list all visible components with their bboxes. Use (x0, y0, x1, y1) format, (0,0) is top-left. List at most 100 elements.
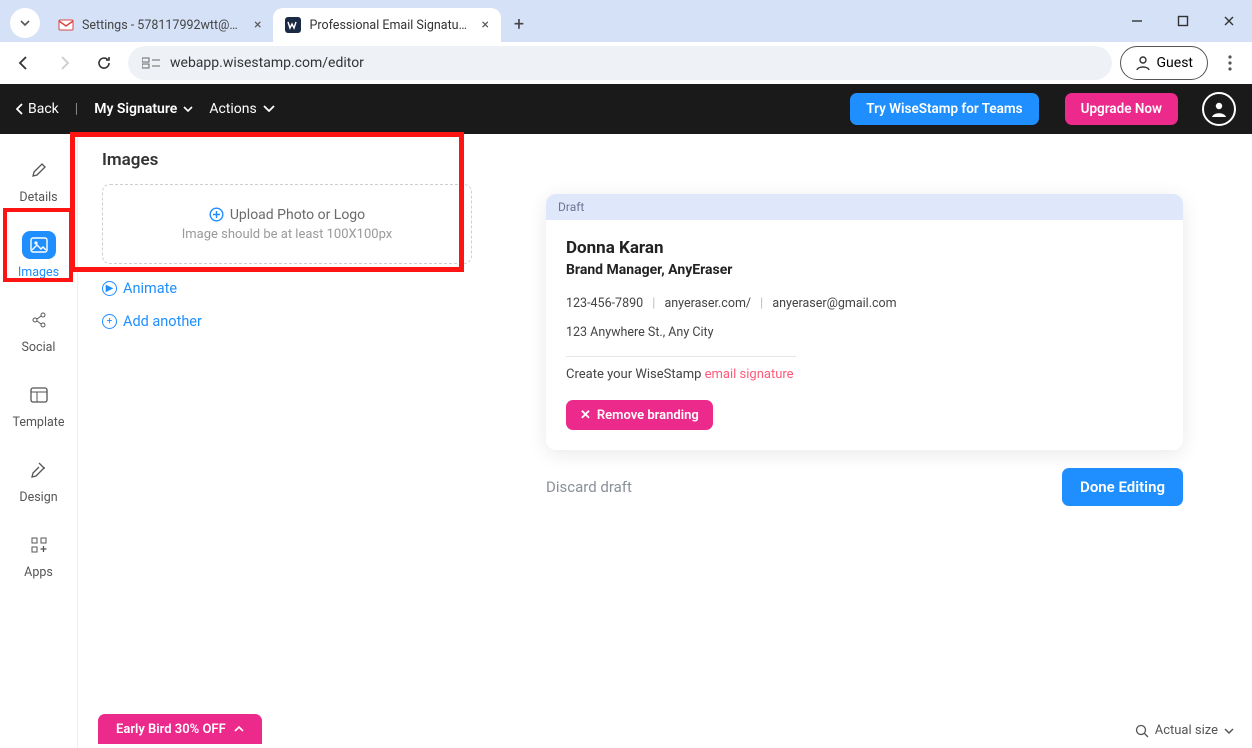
rail-social[interactable]: Social (4, 298, 74, 363)
tabs-dropdown-button[interactable] (10, 8, 40, 38)
account-avatar[interactable] (1202, 92, 1236, 126)
branding-prefix: Create your WiseStamp (566, 367, 705, 382)
nav-back-button[interactable] (8, 47, 40, 79)
animate-label: Animate (123, 280, 177, 297)
signature-name: Donna Karan (566, 238, 1163, 258)
pencil-icon (22, 156, 56, 184)
images-panel: Images Upload Photo or Logo Image should… (78, 134, 496, 748)
rail-design[interactable]: Design (4, 448, 74, 513)
branding-line: Create your WiseStamp email signature (566, 367, 1163, 382)
rail-label: Details (19, 190, 57, 205)
rail-label: Social (22, 340, 56, 355)
remove-branding-label: Remove branding (597, 408, 699, 423)
close-icon[interactable]: × (481, 17, 488, 33)
separator: | (75, 101, 78, 117)
app-back-button[interactable]: Back (16, 101, 59, 117)
signature-address: 123 Anywhere St., Any City (566, 325, 1163, 340)
browser-tab-wisestamp[interactable]: Professional Email Signatures × (273, 8, 500, 42)
browser-tab-gmail[interactable]: Settings - 578117992wtt@gm × (46, 8, 273, 42)
zoom-label: Actual size (1155, 723, 1218, 738)
animate-link[interactable]: ▶ Animate (102, 280, 472, 297)
email-signature-link[interactable]: email signature (705, 367, 794, 382)
add-another-label: Add another (123, 313, 202, 330)
signature-name: My Signature (94, 101, 177, 117)
discard-draft-link[interactable]: Discard draft (546, 478, 632, 496)
gmail-favicon-icon (58, 17, 74, 33)
new-tab-button[interactable]: + (505, 10, 533, 38)
share-icon (22, 306, 56, 334)
close-window-button[interactable] (1206, 0, 1252, 42)
chevron-down-icon (1224, 727, 1234, 735)
zoom-control[interactable]: Actual size (1135, 723, 1234, 738)
signature-card: Draft Donna Karan Brand Manager, AnyEras… (546, 194, 1183, 450)
rail-apps[interactable]: Apps (4, 523, 74, 588)
signature-contact-line: 123-456-7890 | anyeraser.com/ | anyerase… (566, 296, 1163, 311)
reload-button[interactable] (88, 47, 120, 79)
try-teams-button[interactable]: Try WiseStamp for Teams (850, 93, 1038, 125)
promo-banner[interactable]: Early Bird 30% OFF (98, 714, 262, 744)
left-rail: Details Images Social Template Design (0, 134, 78, 748)
signature-dropdown[interactable]: My Signature (94, 101, 193, 117)
chevron-left-icon (16, 103, 24, 115)
rail-details[interactable]: Details (4, 148, 74, 213)
tab-strip: Settings - 578117992wtt@gm × Professiona… (0, 0, 1252, 42)
back-label: Back (28, 101, 59, 117)
rail-label: Apps (24, 565, 53, 580)
template-icon (22, 381, 56, 409)
rail-images[interactable]: Images (4, 223, 74, 288)
signature-body: Donna Karan Brand Manager, AnyEraser 123… (546, 220, 1183, 450)
image-icon (22, 231, 56, 259)
profile-label: Guest (1157, 55, 1193, 71)
paint-icon (22, 456, 56, 484)
actions-dropdown[interactable]: Actions (209, 101, 274, 117)
maximize-button[interactable] (1160, 0, 1206, 42)
draft-badge: Draft (546, 194, 1183, 220)
nav-forward-button[interactable] (48, 47, 80, 79)
signature-website: anyeraser.com/ (664, 296, 751, 311)
site-settings-icon[interactable] (142, 56, 160, 70)
url-text: webapp.wisestamp.com/editor (170, 55, 364, 71)
tab-title: Professional Email Signatures (309, 18, 469, 33)
chevron-up-icon (234, 725, 244, 733)
rail-template[interactable]: Template (4, 373, 74, 438)
add-another-link[interactable]: + Add another (102, 313, 472, 330)
workspace: Details Images Social Template Design (0, 134, 1252, 748)
upgrade-button[interactable]: Upgrade Now (1065, 93, 1178, 125)
actions-label: Actions (209, 101, 256, 117)
rail-label: Design (19, 490, 57, 505)
wisestamp-favicon-icon (285, 17, 301, 33)
apps-icon (22, 531, 56, 559)
tab-title: Settings - 578117992wtt@gm (82, 18, 242, 33)
address-row: webapp.wisestamp.com/editor Guest (0, 42, 1252, 84)
done-editing-button[interactable]: Done Editing (1062, 468, 1183, 506)
upload-dropzone[interactable]: Upload Photo or Logo Image should be at … (102, 184, 472, 264)
person-icon (1135, 55, 1151, 71)
app-top-bar: Back | My Signature Actions Try WiseStam… (0, 84, 1252, 134)
signature-role: Brand Manager, AnyEraser (566, 262, 1163, 278)
signature-email: anyeraser@gmail.com (772, 296, 896, 311)
remove-branding-button[interactable]: ✕ Remove branding (566, 400, 713, 430)
upload-hint: Image should be at least 100X100px (182, 227, 393, 242)
panel-title: Images (102, 150, 472, 170)
window-controls (1114, 0, 1252, 42)
plus-circle-icon (209, 207, 224, 222)
profile-chip[interactable]: Guest (1120, 46, 1208, 80)
browser-chrome: Settings - 578117992wtt@gm × Professiona… (0, 0, 1252, 84)
address-bar[interactable]: webapp.wisestamp.com/editor (128, 46, 1112, 80)
play-circle-icon: ▶ (102, 281, 117, 296)
preview-area: Draft Donna Karan Brand Manager, AnyEras… (496, 134, 1252, 748)
rail-label: Template (12, 415, 64, 430)
preview-footer: Discard draft Done Editing (546, 468, 1183, 506)
person-icon (1210, 100, 1228, 118)
plus-circle-icon: + (102, 314, 117, 329)
minimize-button[interactable] (1114, 0, 1160, 42)
promo-label: Early Bird 30% OFF (116, 722, 226, 737)
close-icon[interactable]: × (254, 17, 261, 33)
chevron-down-icon (263, 105, 275, 113)
upload-label: Upload Photo or Logo (230, 207, 365, 223)
browser-menu-button[interactable] (1216, 55, 1244, 71)
close-icon: ✕ (580, 408, 591, 423)
rail-label: Images (18, 265, 59, 280)
separator: | (652, 296, 655, 311)
divider (566, 356, 796, 357)
